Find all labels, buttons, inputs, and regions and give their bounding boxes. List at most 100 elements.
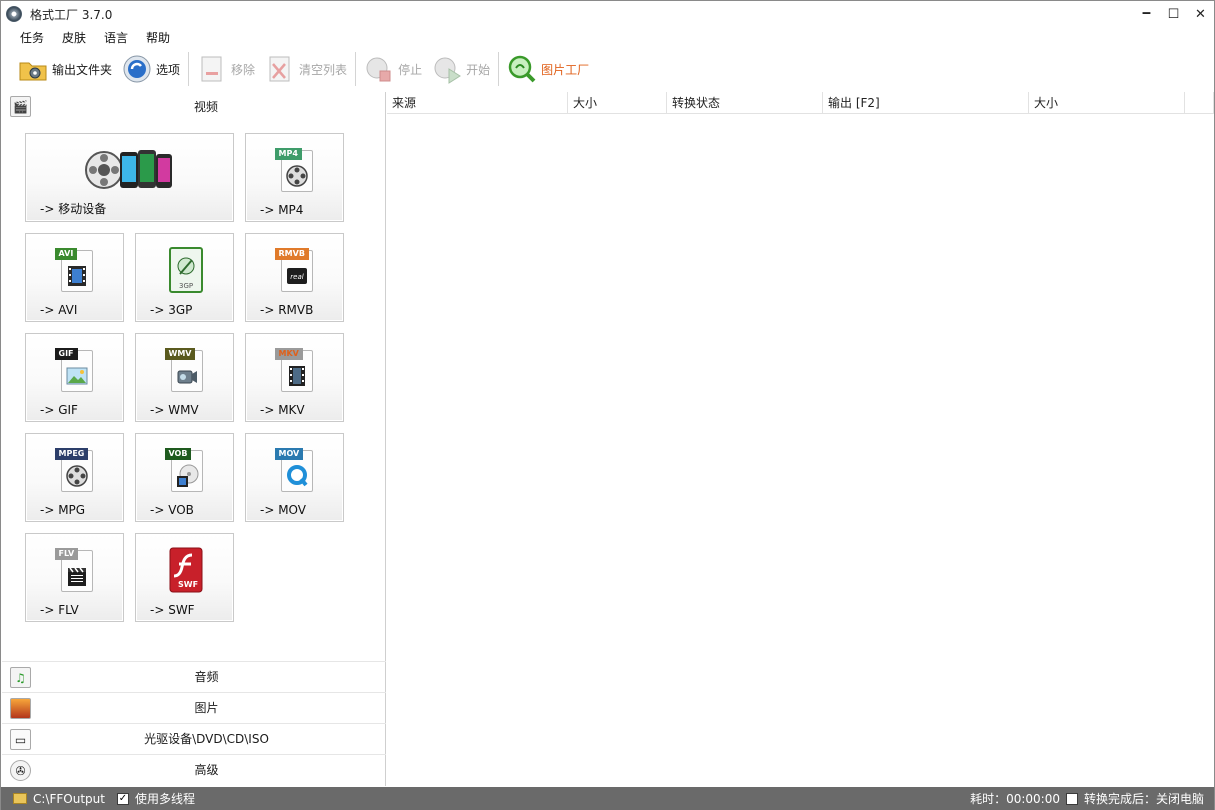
clear-list-icon bbox=[265, 54, 295, 84]
app-logo-icon bbox=[6, 6, 22, 22]
tile-vob-label: -> VOB bbox=[150, 503, 194, 517]
picture-factory-button[interactable]: 图片工厂 bbox=[502, 51, 594, 87]
category-advanced-label: 高级 bbox=[194, 763, 219, 777]
remove-icon bbox=[197, 54, 227, 84]
task-list-header: 来源 大小 转换状态 输出 [F2] 大小 bbox=[387, 92, 1214, 114]
category-advanced[interactable]: ✇ 高级 bbox=[2, 754, 386, 785]
tile-wmv-label: -> WMV bbox=[150, 403, 199, 417]
menu-language[interactable]: 语言 bbox=[95, 27, 137, 47]
category-video-label: 视频 bbox=[193, 100, 218, 114]
clear-list-label: 清空列表 bbox=[299, 62, 348, 77]
minimize-button[interactable]: 🗕 bbox=[1133, 1, 1160, 27]
stop-button[interactable]: 停止 bbox=[359, 51, 427, 87]
clear-list-button[interactable]: 清空列表 bbox=[260, 51, 352, 87]
maximize-button[interactable]: ☐ bbox=[1160, 1, 1187, 27]
tile-vob[interactable]: VOB -> VOB bbox=[135, 433, 234, 522]
title-bar: 格式工厂 3.7.0 🗕 ☐ ✕ bbox=[1, 1, 1214, 27]
output-path[interactable]: C:\FFOutput bbox=[33, 792, 105, 806]
swf-sub-label: SWF bbox=[178, 580, 199, 589]
tile-flv-label: -> FLV bbox=[40, 603, 79, 617]
window-title: 格式工厂 3.7.0 bbox=[30, 7, 113, 22]
tile-gif[interactable]: GIF -> GIF bbox=[25, 333, 124, 422]
mov-file-icon: MOV bbox=[274, 448, 315, 494]
disc-drive-icon: ▭ bbox=[10, 729, 31, 750]
vob-file-icon: VOB bbox=[164, 448, 205, 494]
tile-flv[interactable]: FLV -> FLV bbox=[25, 533, 124, 622]
menu-skin[interactable]: 皮肤 bbox=[53, 27, 95, 47]
wmv-file-icon: WMV bbox=[164, 348, 205, 394]
category-audio-label: 音频 bbox=[194, 670, 219, 684]
column-output[interactable]: 输出 [F2] bbox=[823, 92, 1029, 114]
avi-file-icon: AVI bbox=[54, 248, 95, 294]
tile-mp4-label: -> MP4 bbox=[260, 203, 304, 217]
task-list[interactable]: 来源 大小 转换状态 输出 [F2] 大小 bbox=[387, 92, 1214, 786]
mobile-devices-icon bbox=[85, 150, 172, 189]
svg-text:real: real bbox=[290, 273, 303, 281]
video-format-tiles: -> 移动设备 MP4 -> MP4 AVI -> AVI 3GP -> 3GP… bbox=[25, 133, 365, 633]
tile-mpg[interactable]: MPEG -> MPG bbox=[25, 433, 124, 522]
start-button[interactable]: 开始 bbox=[427, 51, 495, 87]
output-folder-button[interactable]: 输出文件夹 bbox=[13, 51, 117, 87]
column-status[interactable]: 转换状态 bbox=[667, 92, 823, 114]
category-audio[interactable]: ♫ 音频 bbox=[2, 661, 386, 692]
toolbar-separator bbox=[355, 52, 357, 86]
toolbar-separator bbox=[498, 52, 500, 86]
multithread-checkbox[interactable]: ✓ bbox=[116, 792, 129, 805]
tile-swf-label: -> SWF bbox=[150, 603, 195, 617]
after-convert-label: 转换完成后：关闭电脑 bbox=[1083, 792, 1204, 806]
tile-rmvb-label: -> RMVB bbox=[260, 303, 314, 317]
remove-label: 移除 bbox=[231, 62, 256, 77]
tile-3gp[interactable]: 3GP -> 3GP bbox=[135, 233, 234, 322]
tile-mobile-device-label: -> 移动设备 bbox=[40, 202, 107, 216]
remove-button[interactable]: 移除 bbox=[192, 51, 260, 87]
start-label: 开始 bbox=[466, 62, 491, 77]
tile-gif-label: -> GIF bbox=[40, 403, 78, 417]
output-folder-icon bbox=[13, 793, 27, 804]
tile-3gp-label: -> 3GP bbox=[150, 303, 193, 317]
column-extra[interactable] bbox=[1185, 92, 1214, 114]
folder-icon bbox=[18, 54, 48, 84]
elapsed-time: 耗时：00:00:00 bbox=[970, 792, 1060, 806]
toolbar: 输出文件夹 选项 移除 清空列表 停止 开始 图片工厂 bbox=[1, 49, 1214, 89]
menu-task[interactable]: 任务 bbox=[11, 27, 53, 47]
app-window: 格式工厂 3.7.0 🗕 ☐ ✕ 任务 皮肤 语言 帮助 输出文件夹 选项 移除… bbox=[0, 0, 1215, 810]
magnifier-icon bbox=[507, 54, 537, 84]
output-folder-label: 输出文件夹 bbox=[52, 62, 113, 77]
tile-mobile-device[interactable]: -> 移动设备 bbox=[25, 133, 234, 222]
tile-rmvb[interactable]: RMVB real -> RMVB bbox=[245, 233, 344, 322]
rmvb-file-icon: RMVB real bbox=[274, 248, 315, 294]
flv-file-icon: FLV bbox=[54, 548, 95, 594]
film-clapper-icon: 🎬 bbox=[10, 96, 31, 117]
category-disc-label: 光驱设备\DVD\CD\ISO bbox=[144, 732, 269, 746]
column-size[interactable]: 大小 bbox=[568, 92, 667, 114]
menu-bar: 任务 皮肤 语言 帮助 bbox=[11, 27, 179, 47]
multithread-label: 使用多线程 bbox=[134, 792, 195, 806]
tile-avi[interactable]: AVI -> AVI bbox=[25, 233, 124, 322]
tile-wmv[interactable]: WMV -> WMV bbox=[135, 333, 234, 422]
tile-mkv[interactable]: MKV -> MKV bbox=[245, 333, 344, 422]
start-icon bbox=[432, 54, 462, 84]
tile-mov-label: -> MOV bbox=[260, 503, 306, 517]
music-note-icon: ♫ bbox=[10, 667, 31, 688]
options-button[interactable]: 选项 bbox=[117, 51, 185, 87]
tile-avi-label: -> AVI bbox=[40, 303, 78, 317]
mkv-file-icon: MKV bbox=[274, 348, 315, 394]
close-button[interactable]: ✕ bbox=[1187, 1, 1214, 27]
tile-mp4[interactable]: MP4 -> MP4 bbox=[245, 133, 344, 222]
menu-help[interactable]: 帮助 bbox=[137, 27, 179, 47]
after-convert-checkbox[interactable] bbox=[1065, 792, 1078, 805]
options-label: 选项 bbox=[156, 62, 181, 77]
category-panel: 🎬 视频 -> 移动设备 MP4 -> MP4 AVI -> AVI 3GP -… bbox=[2, 92, 386, 786]
stop-label: 停止 bbox=[398, 62, 423, 77]
mpeg-file-icon: MPEG bbox=[54, 448, 95, 494]
category-disc[interactable]: ▭ 光驱设备\DVD\CD\ISO bbox=[2, 723, 386, 754]
film-reel-icon: ✇ bbox=[10, 760, 31, 781]
tile-mov[interactable]: MOV -> MOV bbox=[245, 433, 344, 522]
picture-icon bbox=[10, 698, 31, 719]
tile-mkv-label: -> MKV bbox=[260, 403, 305, 417]
column-output-size[interactable]: 大小 bbox=[1029, 92, 1185, 114]
category-picture[interactable]: 图片 bbox=[2, 692, 386, 723]
column-source[interactable]: 来源 bbox=[387, 92, 568, 114]
category-video[interactable]: 🎬 视频 bbox=[2, 92, 385, 121]
tile-swf[interactable]: SWF -> SWF bbox=[135, 533, 234, 622]
